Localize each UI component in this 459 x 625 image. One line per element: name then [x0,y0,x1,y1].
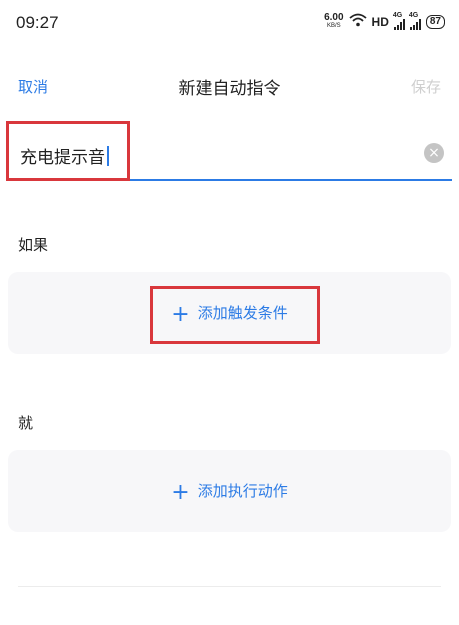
plus-icon: + [171,480,190,505]
if-section-label: 如果 [18,236,49,254]
network-speed-value: 6.00 [324,11,344,23]
status-bar: 09:27 6.00 KB/S HD 4G 4G 87 [0,0,459,48]
hd-indicator: HD [371,14,389,29]
add-action-label: 添加执行动作 [197,482,288,500]
divider [18,586,441,587]
highlight-box-name [6,121,130,181]
page-title: 新建自动指令 [178,79,281,99]
nav-bar: 取消 新建自动指令 保存 [0,66,459,106]
network-speed-unit: KB/S [326,22,341,29]
then-action-card: + 添加执行动作 [8,450,451,532]
highlight-box-condition [150,286,320,344]
save-button[interactable]: 保存 [411,76,441,97]
status-icons: 6.00 KB/S HD 4G 4G 87 [324,12,445,31]
battery-icon: 87 [425,14,445,29]
signal-1-tag: 4G [392,12,403,19]
wifi-icon [348,12,367,31]
signal-1-icon: 4G [392,12,405,30]
signal-2-tag: 4G [408,12,419,19]
add-action-button[interactable]: + 添加执行动作 [8,480,451,505]
signal-2-icon: 4G [408,12,421,30]
network-speed: 6.00 KB/S [324,11,344,30]
then-section-label: 就 [18,414,34,432]
clear-icon[interactable]: × [424,143,444,163]
status-time: 09:27 [16,13,59,32]
